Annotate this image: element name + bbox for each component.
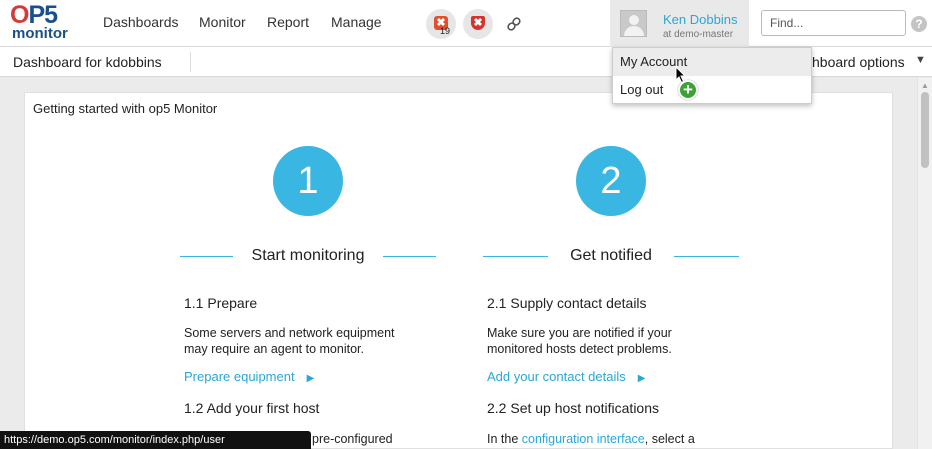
play-arrow-icon: ▶ [306, 373, 315, 384]
avatar [620, 10, 647, 37]
step-title: 2.2 Set up host notifications [487, 400, 659, 416]
step-description: pre-configured [312, 432, 393, 446]
step-title: 1.1 Prepare [184, 295, 258, 311]
configuration-interface-link[interactable]: configuration interface [522, 432, 645, 446]
nav-report[interactable]: Report [267, 14, 309, 30]
chevron-down-icon[interactable]: ▼ [915, 54, 926, 66]
nav-dashboards[interactable]: Dashboards [103, 14, 179, 30]
user-dropdown-menu: My Account Log out [612, 47, 812, 104]
widget-title: Getting started with op5 Monitor [33, 101, 218, 116]
host-problems-count: 19 [440, 26, 451, 36]
section-title-get-notified: Get notified [570, 247, 652, 264]
divider [483, 256, 548, 257]
step-title: 2.1 Supply contact details [487, 295, 647, 311]
search-input[interactable] [761, 10, 906, 36]
host-problems-badge[interactable]: ✖ 19 [426, 9, 456, 39]
nav-monitor[interactable]: Monitor [199, 14, 246, 30]
help-icon[interactable]: ? [911, 16, 927, 32]
divider [383, 256, 436, 257]
dashboard-title[interactable]: Dashboard for kdobbins [13, 54, 162, 70]
section-title-start-monitoring: Start monitoring [251, 247, 365, 264]
step-number-2: 2 [576, 146, 646, 216]
nav-manage[interactable]: Manage [331, 14, 382, 30]
mouse-cursor-icon [675, 66, 687, 84]
step-description: Some servers and network equipment [184, 326, 395, 340]
divider [674, 256, 739, 257]
top-navigation-bar: OP5 monitor Dashboards Monitor Report Ma… [0, 0, 932, 47]
dashboard-options-button[interactable]: shboard options [805, 54, 905, 70]
user-menu-toggle[interactable]: Ken Dobbins at demo-master [610, 0, 749, 47]
step-description: In the configuration interface, select a [487, 432, 695, 446]
step-number-1: 1 [273, 146, 343, 216]
play-arrow-icon: ▶ [637, 373, 646, 384]
menu-item-log-out[interactable]: Log out [613, 76, 811, 104]
step-description: may require an agent to monitor. [184, 342, 364, 356]
divider [190, 52, 191, 72]
user-host: at demo-master [663, 29, 734, 40]
prepare-equipment-link[interactable]: Prepare equipment ▶ [184, 369, 314, 384]
add-contact-details-link[interactable]: Add your contact details ▶ [487, 369, 645, 384]
scroll-up-arrow-icon[interactable]: ▲ [921, 81, 929, 90]
step-description: monitored hosts detect problems. [487, 342, 672, 356]
link-url-status: https://demo.op5.com/monitor/index.php/u… [0, 431, 311, 449]
step-description: Make sure you are notified if your [487, 326, 672, 340]
menu-item-my-account[interactable]: My Account [613, 48, 811, 76]
op5-monitor-logo[interactable]: OP5 monitor [10, 1, 76, 42]
logo-text: monitor [12, 25, 68, 42]
scrollbar-thumb[interactable] [921, 92, 929, 168]
getting-started-widget: Getting started with op5 Monitor 1 Start… [24, 92, 893, 449]
link-icon[interactable] [499, 9, 529, 39]
divider [180, 256, 233, 257]
step-title: 1.2 Add your first host [184, 400, 320, 416]
user-name: Ken Dobbins [663, 12, 738, 27]
service-problems-badge[interactable]: ✖ [463, 9, 493, 39]
shield-alert-icon: ✖ [471, 16, 485, 30]
